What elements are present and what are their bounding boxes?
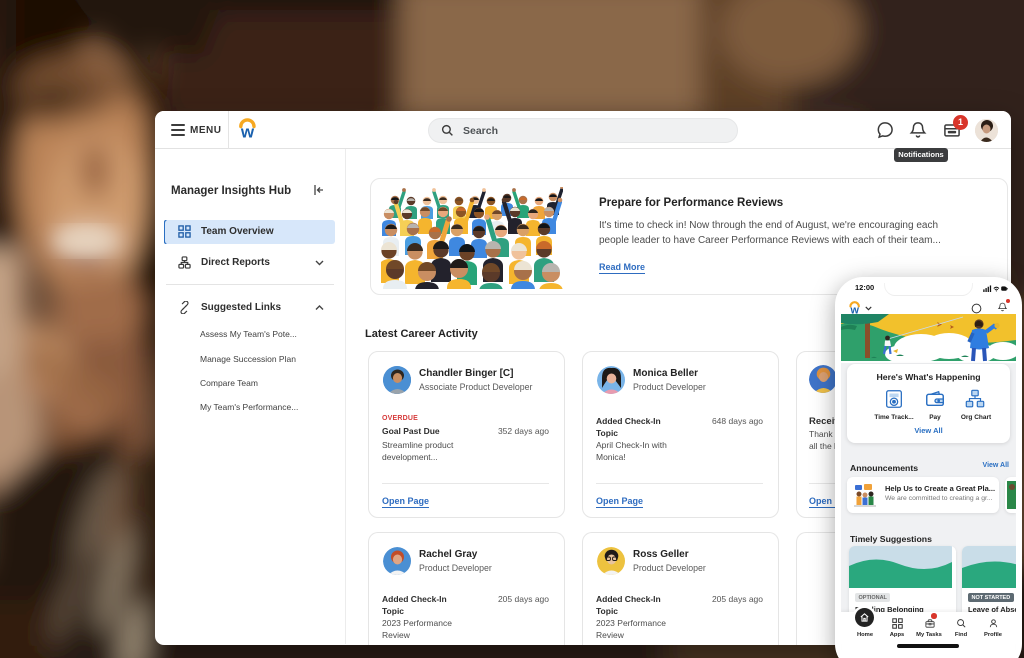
svg-text:w: w (240, 123, 255, 141)
